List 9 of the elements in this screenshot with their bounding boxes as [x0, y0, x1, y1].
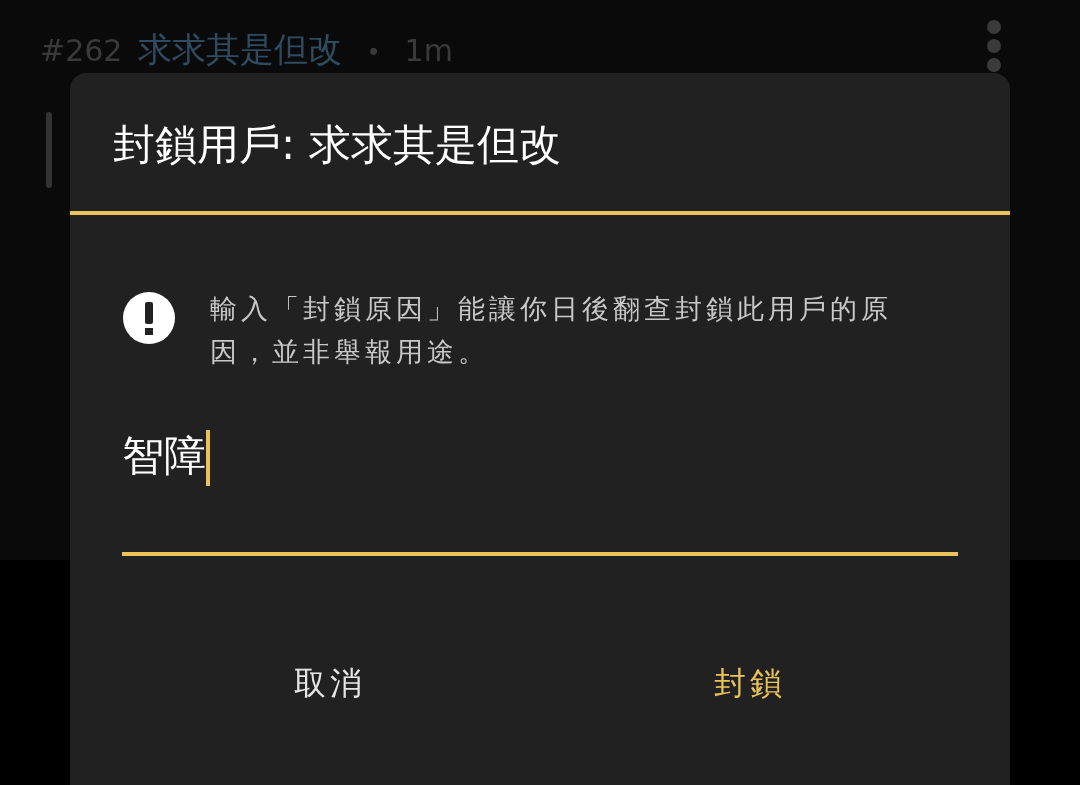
separator-dot: •	[365, 38, 382, 69]
alert-icon	[122, 291, 176, 345]
block-button[interactable]: 封鎖	[540, 651, 960, 715]
reason-field[interactable]: 智障	[122, 428, 958, 556]
dialog-title: 封鎖用戶: 求求其是但改	[112, 119, 562, 171]
notice-text: 輸入「封鎖原因」能讓你日後翻查封鎖此用戶的原因，並非舉報用途。	[210, 292, 893, 369]
cancel-button[interactable]: 取消	[120, 651, 540, 715]
more-icon[interactable]	[986, 18, 1002, 74]
reason-value: 智障	[122, 430, 206, 482]
